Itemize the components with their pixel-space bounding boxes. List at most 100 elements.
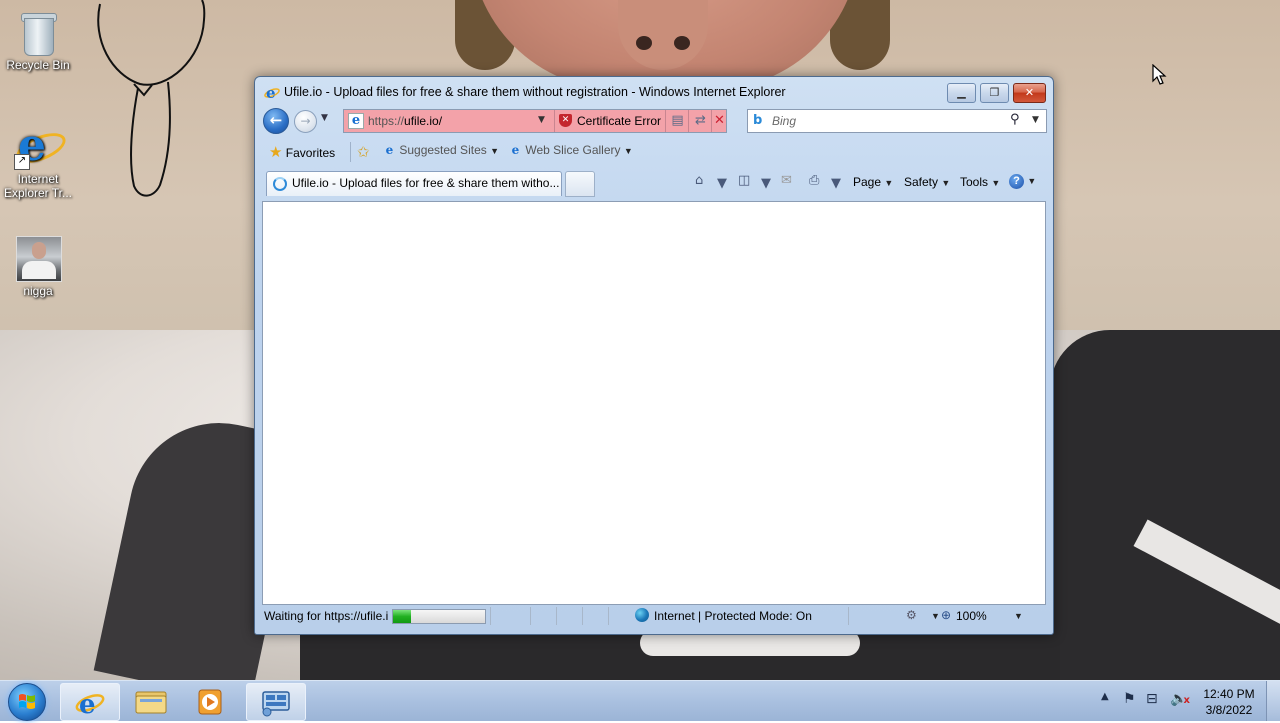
url-prefix: https:// [368,114,405,128]
back-button[interactable]: ← [263,108,289,134]
certificate-error-shield-icon: ✕ [559,114,572,127]
internet-explorer-icon: e [264,84,280,100]
page-menu[interactable]: Page ▼ [853,175,893,189]
zoom-dropdown[interactable]: ▼ [1014,611,1023,621]
desktop-icon-label: Recycle Bin [6,58,70,72]
page-menu-label: Page [853,175,882,189]
new-tab-button[interactable] [565,171,595,197]
status-text: Waiting for https://ufile.io/ [264,609,388,623]
forward-arrow-icon: → [300,114,311,128]
tab-row: Ufile.io - Upload files for free & share… [261,169,1047,197]
certificate-error-button[interactable]: ✕ Certificate Error [554,110,663,132]
internet-explorer-icon: e ↗ [12,122,70,170]
status-divider [848,607,849,625]
loading-progress-fill [393,610,412,623]
search-icon[interactable]: ⚲ [1010,112,1020,127]
taskbar-media-player[interactable] [181,683,239,719]
mouse-cursor-icon [1152,64,1167,85]
read-mail-icon[interactable]: ✉ [781,173,792,188]
status-bar: Waiting for https://ufile.io/ Internet |… [262,605,1044,627]
show-hidden-icons-button[interactable]: ▲ [1101,691,1109,702]
system-clock[interactable]: 12:40 PM 3/8/2022 [1198,686,1260,718]
feeds-icon[interactable]: ◫ [738,173,750,188]
media-player-icon [198,689,222,715]
desktop-icon-internet-explorer[interactable]: e ↗ Internet Explorer Tr... [0,122,76,201]
compatibility-view-button[interactable]: ▤ [665,110,689,132]
protected-mode-settings-icon[interactable]: ⚙ [906,608,917,622]
remote-desktop-icon [262,691,290,717]
print-dropdown[interactable]: ▼ [831,176,841,191]
navigation-bar: ← → ▼ e https://ufile.io/ ▼ ✕ Certificat… [255,107,1053,137]
background-photo-shadow [1050,330,1280,680]
web-slice-gallery-icon: e [511,143,520,157]
clock-time: 12:40 PM [1203,687,1255,701]
security-zone-label[interactable]: Internet | Protected Mode: On [654,609,812,623]
clock-date: 3/8/2022 [1205,703,1253,717]
safety-menu[interactable]: Safety ▼ [904,175,950,189]
volume-muted-icon[interactable]: 🔈x [1170,691,1190,707]
add-to-favorites-bar-button[interactable]: ✩ [357,143,370,161]
stop-button[interactable]: ✕ [711,110,727,132]
feeds-dropdown[interactable]: ▼ [761,176,771,191]
photo-thumbnail-icon [14,234,62,282]
window-title: Ufile.io - Upload files for free & share… [284,85,786,99]
action-center-flag-icon[interactable]: ⚑ [1123,691,1136,707]
search-box[interactable]: b Bing ⚲ ▼ [747,109,1047,133]
show-desktop-button[interactable] [1266,681,1280,721]
status-divider [490,607,491,625]
page-icon: e [348,113,364,129]
page-content-area[interactable] [262,201,1046,605]
recent-pages-dropdown[interactable]: ▼ [321,113,328,123]
tab-ufile[interactable]: Ufile.io - Upload files for free & share… [266,171,562,196]
tools-menu[interactable]: Tools ▼ [960,175,1000,189]
back-arrow-icon: ← [269,111,283,129]
help-menu[interactable]: ? ▼ [1009,173,1036,189]
tab-title: Ufile.io - Upload files for free & share… [292,176,560,190]
home-dropdown[interactable]: ▼ [717,176,727,191]
zoom-level[interactable]: 100% [956,609,987,623]
desktop-icon-photo[interactable]: nigga [0,234,76,298]
suggested-sites-label: Suggested Sites [399,143,487,157]
forward-button[interactable]: → [294,110,317,133]
internet-explorer-icon: e [75,690,105,720]
maximize-button[interactable]: ❐ [980,83,1009,103]
web-slice-gallery-button[interactable]: e Web Slice Gallery ▼ [509,143,633,157]
favorites-divider [350,142,351,162]
certificate-error-label: Certificate Error [577,114,662,128]
minimize-button[interactable]: ▁ [947,83,976,103]
taskbar-program[interactable] [246,683,306,721]
close-button[interactable]: ✕ [1013,83,1046,103]
stop-icon: ✕ [714,113,725,128]
folder-icon [135,691,167,714]
desktop-drawing [97,0,206,197]
network-icon[interactable]: ⊟ [1146,691,1158,707]
muted-x-icon: x [1183,695,1190,706]
favorites-label: Favorites [285,146,336,160]
home-icon[interactable]: ⌂ [695,173,703,188]
desktop-icon-recycle-bin[interactable]: Recycle Bin [0,8,76,72]
chevron-down-icon[interactable]: ▼ [931,611,940,621]
internet-explorer-window[interactable]: e Ufile.io - Upload files for free & sha… [254,76,1054,635]
bing-icon: b [753,113,763,128]
address-bar[interactable]: e https://ufile.io/ ▼ ✕ Certificate Erro… [343,109,727,133]
compatibility-view-icon: ▤ [671,113,684,128]
search-options-dropdown[interactable]: ▼ [1032,115,1039,125]
taskbar-windows-explorer[interactable] [122,683,180,719]
chevron-down-icon: ▼ [1027,176,1037,186]
refresh-button[interactable]: ⇄ [688,110,712,132]
desktop-icon-label: nigga [23,284,53,298]
url-host: ufile.io/ [404,114,443,128]
taskbar-internet-explorer[interactable]: e [60,683,120,721]
address-dropdown[interactable]: ▼ [538,115,545,125]
print-icon[interactable]: ⎙ [809,173,819,188]
recycle-bin-icon [14,8,62,56]
status-divider [582,607,583,625]
title-bar[interactable]: e Ufile.io - Upload files for free & sha… [255,77,1053,107]
favorites-button[interactable]: ★ Favorites [269,143,335,161]
help-icon: ? [1009,174,1024,189]
search-placeholder: Bing [772,114,797,128]
start-button[interactable] [8,683,46,721]
address-url[interactable]: https://ufile.io/ [368,114,442,128]
suggested-sites-button[interactable]: e Suggested Sites ▼ [383,143,499,157]
close-icon: ✕ [1024,86,1035,99]
